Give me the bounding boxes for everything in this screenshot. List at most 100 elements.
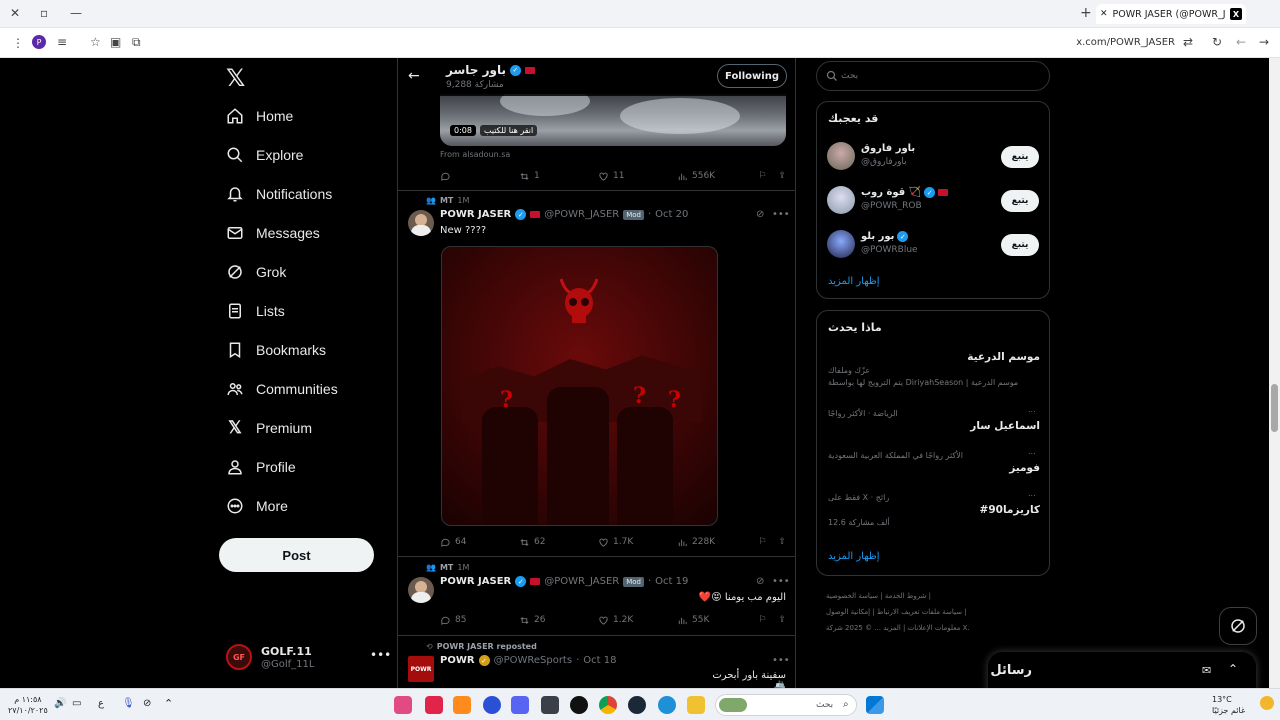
nav-grok[interactable]: Grok [226, 260, 286, 284]
bookmark-icon[interactable]: ⚐ [758, 171, 766, 181]
suggestion-name[interactable]: بور بلو ✓ [861, 231, 909, 242]
tweet-image[interactable]: ? ? ? [441, 246, 718, 526]
suggestion-name[interactable]: باور فاروق [861, 143, 915, 154]
author-name[interactable]: POWR [440, 655, 475, 666]
footer-line[interactable]: شروط الخدمة | سياسة الخصوصية | [826, 588, 1040, 604]
taskbar-search[interactable]: ⌕ بحث [715, 694, 857, 716]
author-name[interactable]: POWR JASER [440, 576, 511, 587]
menu-icon[interactable]: ⋮ [12, 36, 24, 50]
collapse-up-icon[interactable]: ⌃ [1228, 662, 1238, 676]
more-icon[interactable]: ••• [772, 655, 790, 666]
nav-bookmarks[interactable]: Bookmarks [226, 338, 326, 362]
footer-line[interactable]: معلومات الإعلانات | المزيد ... © 2025 شر… [826, 620, 1040, 636]
steam-icon[interactable] [628, 696, 646, 714]
account-switcher[interactable]: GF GOLF.11 @Golf_11L ••• [226, 644, 396, 674]
avatar[interactable] [827, 230, 855, 258]
tray-expand-icon[interactable]: ⌃ [164, 697, 173, 710]
profile-avatar[interactable]: P [32, 35, 46, 49]
reply-button[interactable]: 85 [440, 615, 519, 626]
grok-icon[interactable]: ⊘ [756, 209, 764, 220]
windows-start-icon[interactable] [866, 696, 884, 714]
reply-button[interactable]: 64 [440, 537, 519, 548]
author-handle[interactable]: @POWR_JASER [544, 576, 619, 587]
extensions-icon[interactable]: ▣ [110, 35, 121, 49]
avatar[interactable]: POWR [408, 656, 434, 682]
nav-premium[interactable]: 𝕏 Premium [226, 416, 312, 440]
bookmark-icon[interactable]: ⚐ [758, 615, 766, 625]
playlist-icon[interactable]: ≡ [57, 35, 67, 49]
views-button[interactable]: 228K [677, 537, 756, 548]
nav-lists[interactable]: Lists [226, 299, 285, 323]
post-button[interactable]: Post [219, 538, 374, 572]
mic-icon[interactable]: 🎙 [122, 698, 135, 709]
x-logo-icon[interactable]: 𝕏 [226, 64, 245, 92]
back-arrow-icon[interactable]: ← [408, 68, 420, 84]
trend-item[interactable]: فقط على X · رائج #كاريزما90 12.6 ألف مشا… [828, 489, 1040, 527]
more-icon[interactable]: ••• [370, 648, 391, 662]
page-scrollbar[interactable] [1269, 58, 1280, 688]
show-more-link[interactable]: إظهار المزيد [828, 276, 880, 287]
folder-icon[interactable] [687, 696, 705, 714]
nav-explore[interactable]: Explore [226, 143, 303, 167]
follow-button[interactable]: يتبع [1001, 146, 1039, 168]
tweet-date[interactable]: Oct 20 [655, 209, 688, 220]
share-icon[interactable]: ⇪ [778, 615, 786, 625]
suggestion-item[interactable]: بور بلو ✓ @POWRBlue يتبع [827, 230, 1041, 260]
author-handle[interactable]: @POWReSports [494, 655, 573, 666]
nav-notifications[interactable]: Notifications [226, 182, 332, 206]
like-button[interactable]: 11 [598, 171, 677, 182]
author-handle[interactable]: @POWR_JASER [544, 209, 619, 220]
follow-button[interactable]: يتبع [1001, 234, 1039, 256]
url-text[interactable]: x.com/POWR_JASER [1076, 37, 1175, 48]
language-icon[interactable]: ع [98, 698, 104, 709]
browser-tab[interactable]: ✕ POWR JASER (@POWR_JASER) X [1096, 4, 1246, 24]
views-button[interactable]: 55K [677, 615, 756, 626]
close-window-icon[interactable]: ✕ [10, 6, 20, 20]
grok-icon[interactable]: ⊘ [756, 576, 764, 587]
tweet-date[interactable]: Oct 18 [583, 655, 616, 666]
app-icon[interactable] [394, 696, 412, 714]
avatar[interactable] [408, 210, 434, 236]
tab-close-icon[interactable]: ✕ [1100, 9, 1108, 19]
nav-more[interactable]: More [226, 494, 288, 518]
display-icon[interactable]: ▭ [72, 698, 81, 709]
grok-button[interactable] [1219, 607, 1257, 645]
new-tab-icon[interactable]: + [1080, 6, 1092, 20]
app-icon[interactable] [570, 696, 588, 714]
nav-home[interactable]: Home [226, 104, 293, 128]
author-name[interactable]: POWR JASER [440, 209, 511, 220]
system-clock[interactable]: ١١:٥٨ م ٢٧/١٠/٢٠٢٥ [8, 694, 48, 716]
back-icon[interactable]: ← [1236, 35, 1246, 49]
app-icon[interactable] [453, 696, 471, 714]
like-button[interactable]: 1.7K [598, 537, 677, 548]
show-more-link[interactable]: إظهار المزيد [828, 551, 880, 562]
suggestion-item[interactable]: باور فاروق @باورفاروق يتبع [827, 142, 1041, 172]
star-icon[interactable]: ☆ [90, 35, 101, 49]
views-button[interactable]: 556K [677, 171, 756, 182]
chrome-icon[interactable] [599, 696, 617, 714]
following-button[interactable]: Following [717, 64, 787, 88]
avatar[interactable] [827, 142, 855, 170]
tweet-date[interactable]: Oct 19 [655, 576, 688, 587]
follow-button[interactable]: يتبع [1001, 190, 1039, 212]
messages-drawer[interactable]: ⌃ ✉ رسائل [988, 652, 1256, 692]
forward-icon[interactable]: → [1259, 35, 1269, 49]
minimize-icon[interactable]: — [70, 6, 82, 20]
network-icon[interactable]: ⊘ [143, 698, 151, 709]
nav-messages[interactable]: Messages [226, 221, 320, 245]
more-icon[interactable]: ••• [772, 576, 790, 587]
new-message-icon[interactable]: ✉ [1202, 664, 1211, 677]
media-source[interactable]: From alsadoun.sa [440, 150, 510, 159]
repost-button[interactable]: 26 [519, 615, 598, 626]
share-icon[interactable]: ⇪ [778, 537, 786, 547]
nav-profile[interactable]: Profile [226, 455, 296, 479]
discord-icon[interactable] [511, 696, 529, 714]
more-icon[interactable]: ••• [772, 209, 790, 220]
more-icon[interactable]: ... [1028, 405, 1036, 414]
avatar[interactable] [827, 186, 855, 214]
suggestion-item[interactable]: قوة روب 🏹 ✓ @POWR_ROB يتبع [827, 186, 1041, 216]
trend-item[interactable]: الرياضة · الأكثر رواجًا اسماعيل سار ... [828, 405, 1040, 432]
screenshot-icon[interactable]: ⧉ [132, 35, 141, 49]
more-icon[interactable]: ... [1028, 447, 1036, 456]
volume-icon[interactable]: 🔊 [54, 698, 66, 709]
